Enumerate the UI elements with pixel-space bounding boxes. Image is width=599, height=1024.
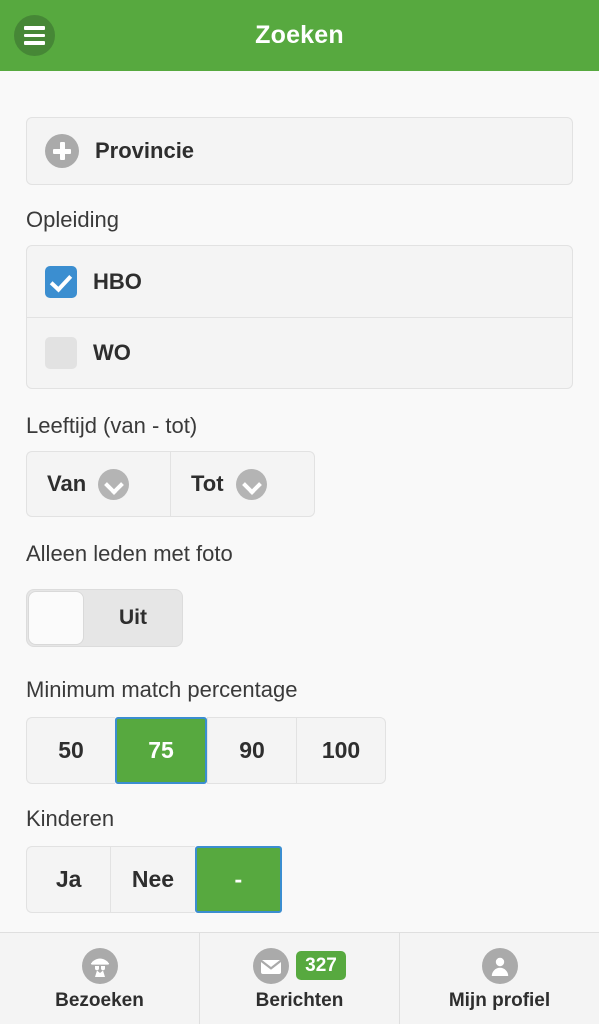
match-option-75[interactable]: 75 [115, 717, 207, 784]
person-icon [481, 947, 518, 984]
leeftijd-label: Leeftijd (van - tot) [26, 413, 198, 438]
berichten-badge: 327 [296, 951, 346, 980]
provincie-add-row[interactable]: Provincie [26, 117, 573, 185]
nav-item-bezoeken[interactable]: Bezoeken [0, 933, 199, 1024]
opleiding-label: Opleiding [26, 207, 119, 232]
checkbox-unchecked-icon[interactable] [45, 337, 77, 369]
menu-bar-1 [24, 26, 45, 30]
spy-detective-icon [81, 947, 118, 984]
nav-icon-row-mijn-profiel [481, 947, 518, 984]
kinderen-option-ja[interactable]: Ja [26, 846, 111, 913]
leeftijd-range-selectors: Van Tot [26, 451, 315, 517]
filter-form: Provincie Opleiding HBO WO Leeftijd (van… [0, 71, 599, 1024]
checkbox-checked-icon[interactable] [45, 265, 77, 298]
match-option-90[interactable]: 90 [207, 717, 296, 784]
match-option-50[interactable]: 50 [26, 717, 115, 784]
nav-item-berichten[interactable]: 327 Berichten [199, 933, 399, 1024]
bottom-navigation: Bezoeken 327 Berichten Mijn profiel [0, 932, 599, 1024]
nav-item-mijn-profiel[interactable]: Mijn profiel [399, 933, 599, 1024]
nav-icon-row-bezoeken [81, 947, 118, 984]
foto-toggle[interactable]: Uit [26, 589, 183, 647]
chevron-down-icon [98, 468, 130, 500]
page-title: Zoeken [255, 21, 344, 49]
match-percentage-label: Minimum match percentage [26, 677, 298, 702]
plus-vertical [59, 142, 65, 160]
chevron-down-icon [235, 468, 267, 500]
app-screen: Zoeken Provincie Opleiding HBO WO Leefti… [0, 0, 599, 1024]
nav-label-berichten: Berichten [255, 989, 344, 1011]
menu-bar-2 [24, 33, 45, 38]
opleiding-option-hbo-label: HBO [93, 268, 142, 294]
leeftijd-tot-select[interactable]: Tot [170, 451, 315, 517]
foto-label: Alleen leden met foto [26, 541, 233, 566]
nav-label-mijn-profiel: Mijn profiel [448, 989, 551, 1011]
match-option-100[interactable]: 100 [296, 717, 386, 784]
opleiding-options: HBO WO [26, 245, 573, 389]
app-header: Zoeken [0, 0, 599, 71]
envelope-icon [253, 947, 290, 984]
opleiding-option-hbo[interactable]: HBO [27, 246, 572, 317]
leeftijd-van-select[interactable]: Van [26, 451, 170, 517]
hamburger-menu-icon[interactable] [14, 15, 55, 56]
match-percentage-options: 50 75 90 100 [26, 717, 386, 784]
kinderen-options: Ja Nee - [26, 846, 282, 913]
toggle-state-label: Uit [119, 606, 147, 629]
kinderen-label: Kinderen [26, 806, 115, 831]
leeftijd-van-label: Van [47, 471, 87, 496]
nav-label-bezoeken: Bezoeken [55, 989, 144, 1011]
kinderen-option-nee[interactable]: Nee [110, 846, 195, 913]
opleiding-option-wo[interactable]: WO [27, 317, 572, 388]
plus-circle-icon [45, 134, 79, 168]
nav-icon-row-berichten: 327 [253, 947, 346, 984]
provincie-label: Provincie [95, 138, 195, 163]
menu-bar-3 [24, 41, 45, 45]
opleiding-option-wo-label: WO [93, 340, 131, 365]
leeftijd-tot-label: Tot [191, 471, 224, 496]
kinderen-option-none[interactable]: - [194, 846, 282, 913]
toggle-knob [28, 591, 84, 645]
